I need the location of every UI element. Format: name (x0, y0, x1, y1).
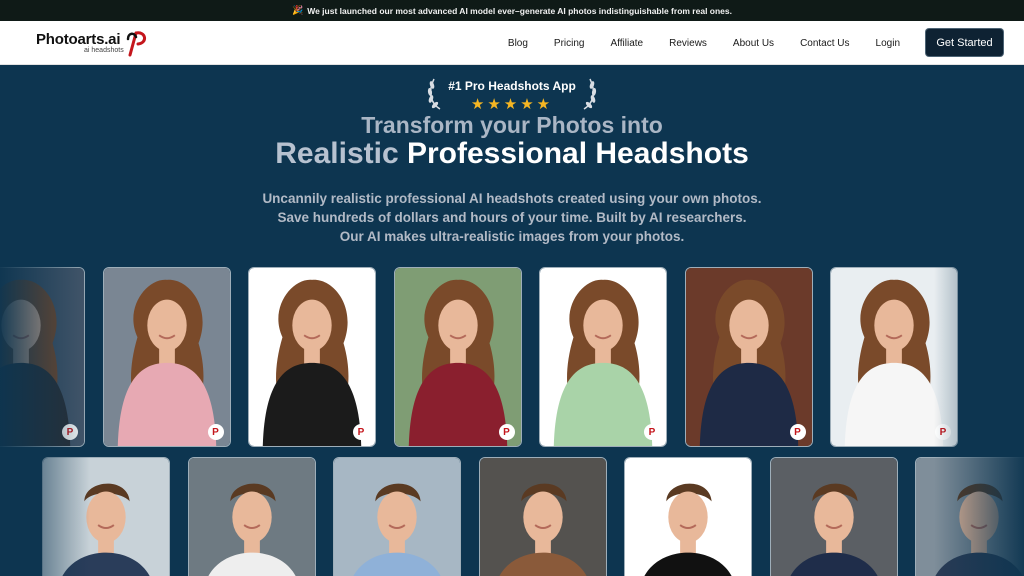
headshot-man-brown-blazer (478, 457, 607, 576)
nav-blog[interactable]: Blog (508, 38, 528, 49)
watermark-logo-icon: P (498, 424, 515, 440)
get-started-button[interactable]: Get Started (926, 29, 1003, 56)
headshot-man-navy-suit (769, 457, 898, 576)
announcement-text: We just launched our most advanced AI mo… (307, 5, 732, 16)
gallery-fade-right (934, 265, 1024, 576)
nav-reviews[interactable]: Reviews (669, 38, 707, 49)
top-navigation: Photoarts.ai ai headshots Blog Pricing A… (0, 21, 1024, 65)
headline-muted: Realistic (275, 137, 399, 170)
headshot-woman-navy-blazer: P (684, 267, 813, 447)
nav-menu: Blog Pricing Affiliate Reviews About Us … (508, 21, 900, 65)
party-icon: 🎉 (292, 5, 304, 15)
headshot-man-white-tee (187, 457, 316, 576)
star-icon: ★ (503, 96, 521, 113)
star-icon: ★ (470, 96, 488, 113)
badge-title: #1 Pro Headshots App (448, 79, 576, 93)
watermark-logo-icon: P (644, 424, 660, 440)
brand-mark-icon (126, 31, 146, 57)
description-line2: Save hundreds of dollars and hours of yo… (277, 210, 747, 225)
star-icon: ★ (520, 96, 537, 113)
watermark-logo-icon: P (207, 424, 224, 440)
brand-tagline: ai headshots (84, 47, 124, 54)
nav-login[interactable]: Login (876, 38, 900, 49)
watermark-logo-icon: P (353, 424, 369, 440)
brand-name: Photoarts.ai (36, 31, 121, 48)
star-icon: ★ (536, 96, 554, 113)
gallery-fade-left (0, 265, 90, 576)
headline-line2: Realistic Professional Headshots (0, 137, 1024, 171)
headshot-man-black-turtleneck (624, 457, 752, 576)
watermark-logo-icon: P (789, 424, 806, 440)
headshot-woman-burgundy-blazer: P (393, 267, 522, 447)
pro-app-badge: #1 Pro Headshots App ★★★★★ (426, 77, 598, 113)
star-icon: ★ (487, 96, 504, 113)
hero-description: Uncannily realistic professional AI head… (0, 189, 1024, 246)
nav-about-us[interactable]: About Us (733, 38, 774, 49)
headline-bold: Professional Headshots (406, 137, 749, 170)
rating-stars: ★★★★★ (426, 95, 598, 113)
nav-affiliate[interactable]: Affiliate (611, 38, 644, 49)
headshot-woman-green-top: P (539, 267, 667, 447)
description-line1: Uncannily realistic professional AI head… (262, 191, 762, 206)
headline-line1: Transform your Photos into (361, 112, 663, 138)
headshot-woman-pink-blazer: P (102, 267, 231, 447)
headshot-man-blue-shirt (333, 457, 461, 576)
announcement-bar: 🎉 We just launched our most advanced AI … (0, 0, 1024, 21)
brand-logo[interactable]: Photoarts.ai ai headshots (36, 29, 156, 57)
nav-contact-us[interactable]: Contact Us (800, 38, 849, 49)
description-line3: Our AI makes ultra-realistic images from… (339, 229, 685, 244)
nav-pricing[interactable]: Pricing (554, 38, 585, 49)
hero-section: #1 Pro Headshots App ★★★★★ Transform you… (0, 65, 1024, 576)
headshot-woman-striped-polo: P (248, 267, 376, 447)
